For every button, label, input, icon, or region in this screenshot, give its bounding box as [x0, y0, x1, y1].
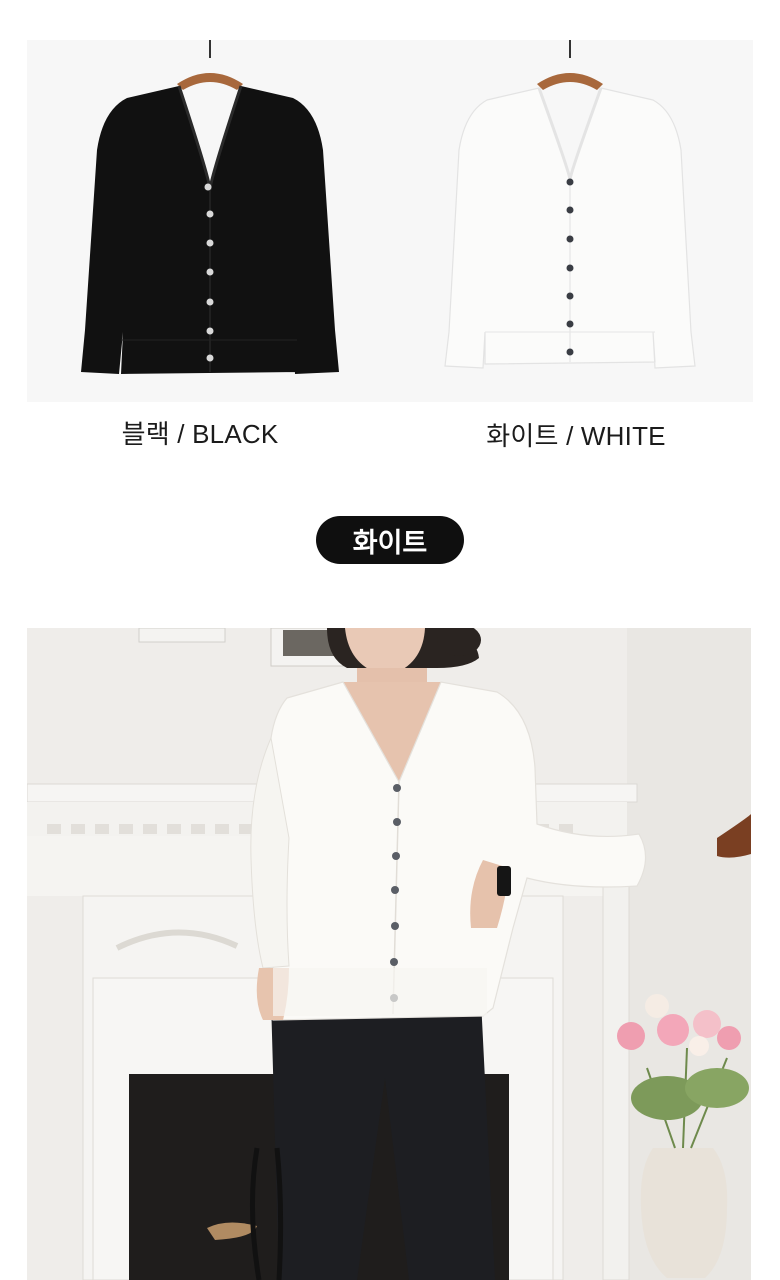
product-detail-page: 블랙 / BLACK 화이트 / WHITE 화이트	[0, 0, 780, 1280]
model-photo-white-cardigan	[27, 628, 751, 1280]
black-cardigan-image	[81, 40, 339, 374]
white-cardigan-image	[444, 40, 696, 369]
color-label-white: 화이트 / WHITE	[486, 421, 666, 451]
section-tag-white: 화이트	[316, 516, 464, 564]
product-color-photo-panel	[27, 40, 753, 402]
color-label-black: 블랙 / BLACK	[121, 419, 279, 449]
